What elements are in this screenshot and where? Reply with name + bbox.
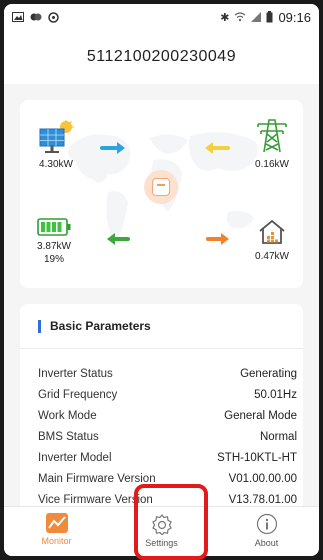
param-value: Normal bbox=[259, 430, 297, 443]
home-icon bbox=[259, 219, 285, 244]
param-row-inverter-status: Inverter Status Generating bbox=[20, 363, 303, 384]
battery-flow-arrow bbox=[107, 233, 130, 245]
param-row-work-mode: Work Mode General Mode bbox=[20, 405, 303, 426]
signal-icon bbox=[251, 12, 262, 22]
wifi-icon bbox=[235, 12, 246, 22]
phone-screen: ✱ 09:16 5112100200230049 4.30kW 0.16kW 3… bbox=[4, 4, 319, 556]
home-flow-arrow bbox=[206, 233, 229, 245]
solar-power-value: 4.30kW bbox=[39, 159, 73, 170]
chart-icon bbox=[45, 513, 68, 533]
basic-parameters-title: Basic Parameters bbox=[50, 319, 151, 333]
grid-flow-arrow bbox=[205, 142, 230, 154]
grid-node: 0.16kW bbox=[250, 114, 294, 170]
param-value: 50.01Hz bbox=[254, 388, 297, 401]
settings-highlight-annotation bbox=[134, 484, 208, 560]
solar-node: 4.30kW bbox=[34, 119, 78, 170]
basic-parameters-header: Basic Parameters bbox=[20, 304, 303, 349]
inverter-icon bbox=[152, 178, 170, 196]
status-right-icons: ✱ 09:16 bbox=[220, 10, 311, 25]
param-label: Main Firmware Version bbox=[38, 472, 156, 485]
status-time: 09:16 bbox=[278, 9, 311, 25]
bluetooth-icon: ✱ bbox=[220, 11, 230, 24]
param-value: V13.78.01.00 bbox=[228, 493, 297, 506]
battery-level-icon bbox=[37, 218, 71, 236]
param-row-grid-frequency: Grid Frequency 50.01Hz bbox=[20, 384, 303, 405]
param-row-inverter-model: Inverter Model STH-10KTL-HT bbox=[20, 447, 303, 468]
inverter-node bbox=[144, 170, 178, 204]
solar-flow-arrow bbox=[100, 142, 125, 154]
gallery-icon bbox=[12, 12, 24, 22]
info-icon bbox=[256, 513, 277, 535]
energy-flow-card: 4.30kW 0.16kW 3.87kW 19% 0.47kW bbox=[20, 100, 303, 288]
battery-node: 3.87kW 19% bbox=[32, 218, 76, 265]
tab-label: Monitor bbox=[41, 536, 72, 546]
tab-label: About bbox=[254, 538, 279, 548]
param-label: BMS Status bbox=[38, 430, 99, 443]
param-row-bms-status: BMS Status Normal bbox=[20, 426, 303, 447]
home-power-value: 0.47kW bbox=[255, 251, 289, 262]
param-label: Work Mode bbox=[38, 409, 97, 422]
param-label: Grid Frequency bbox=[38, 388, 118, 401]
messages-icon bbox=[30, 13, 42, 21]
param-label: Inverter Model bbox=[38, 451, 112, 464]
section-accent-bar bbox=[38, 319, 41, 333]
param-value: V01.00.00.00 bbox=[228, 472, 297, 485]
param-value: General Mode bbox=[224, 409, 297, 422]
param-label: Inverter Status bbox=[38, 367, 113, 380]
basic-parameters-card: Basic Parameters Inverter Status Generat… bbox=[20, 304, 303, 514]
battery-power-value: 3.87kW bbox=[37, 241, 71, 252]
home-node: 0.47kW bbox=[250, 218, 294, 262]
battery-icon bbox=[266, 11, 273, 23]
param-value: STH-10KTL-HT bbox=[217, 451, 297, 464]
page-title: 5112100200230049 bbox=[4, 30, 319, 84]
power-tower-icon bbox=[257, 119, 287, 153]
status-bar: ✱ 09:16 bbox=[4, 4, 319, 30]
status-left-icons bbox=[12, 11, 59, 23]
solar-panel-icon bbox=[39, 119, 74, 153]
tab-about[interactable]: About bbox=[232, 507, 302, 548]
tab-monitor[interactable]: Monitor bbox=[22, 507, 92, 546]
data-saver-icon bbox=[48, 11, 59, 23]
param-value: Generating bbox=[240, 367, 297, 380]
battery-soc-value: 19% bbox=[43, 254, 64, 265]
grid-power-value: 0.16kW bbox=[255, 159, 289, 170]
